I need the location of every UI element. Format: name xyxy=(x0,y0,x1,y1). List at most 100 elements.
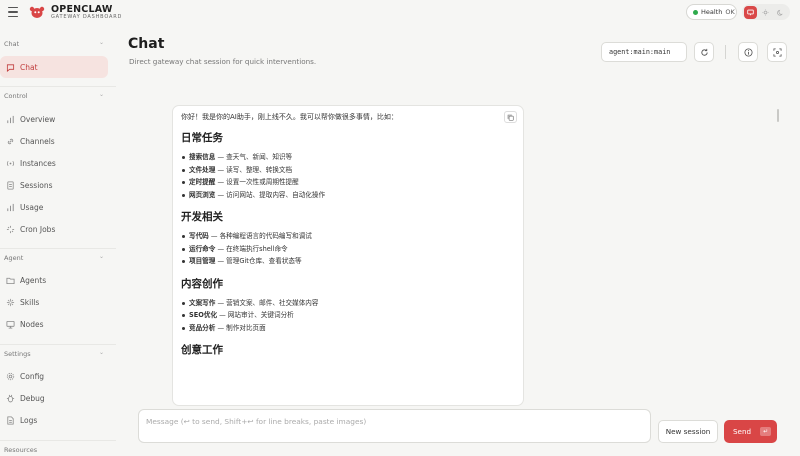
sidebar-item-chat[interactable]: Chat xyxy=(0,56,108,78)
sidebar-item-label: Debug xyxy=(20,393,45,403)
chevron-down-icon[interactable]: ⌄ xyxy=(99,253,104,260)
logo-icon xyxy=(29,6,45,18)
list-item: 搜索信息 — 查天气、新闻、知识等 xyxy=(181,151,501,164)
message-heading: 内容创作 xyxy=(181,277,223,290)
menu-icon[interactable] xyxy=(8,7,18,17)
info-button[interactable] xyxy=(738,42,758,62)
scrollbar[interactable] xyxy=(777,109,779,122)
sidebar-item-label: Agents xyxy=(20,275,47,285)
message-composer xyxy=(138,409,651,443)
top-bar: OPENCLAW GATEWAY DASHBOARD Health OK xyxy=(0,0,800,26)
monitor-icon xyxy=(5,319,15,329)
theme-switcher xyxy=(742,4,790,20)
message-intro: 你好！我是你的AI助手，刚上线不久。我可以帮你做很多事情，比如： xyxy=(181,113,398,121)
message-list: 写代码 — 各种编程语言的代码编写和调试 运行命令 — 在终端执行shell命令… xyxy=(181,230,501,268)
zap-icon xyxy=(5,297,15,307)
new-session-button[interactable]: New session xyxy=(658,420,718,443)
assistant-message: 你好！我是你的AI助手，刚上线不久。我可以帮你做很多事情，比如： 日常任务 搜索… xyxy=(172,105,524,406)
sidebar-item-label: Chat xyxy=(20,62,38,72)
settings-icon xyxy=(5,371,15,381)
divider xyxy=(0,86,116,87)
list-item: SEO优化 — 网站审计、关键词分析 xyxy=(181,309,501,322)
sidebar-item-label: Cron Jobs xyxy=(20,224,56,234)
folder-icon xyxy=(5,275,15,285)
chevron-down-icon[interactable]: ⌄ xyxy=(99,349,104,356)
send-label: Send xyxy=(733,427,752,436)
loader-icon xyxy=(5,224,15,234)
sidebar-item-nodes[interactable]: Nodes xyxy=(0,313,108,335)
chevron-down-icon[interactable]: ⌄ xyxy=(99,39,104,46)
divider xyxy=(0,440,116,441)
section-label-chat: Chat xyxy=(4,40,20,48)
chevron-down-icon[interactable]: ⌄ xyxy=(99,91,104,98)
section-label-agent: Agent xyxy=(4,254,24,262)
sidebar-item-label: Sessions xyxy=(20,180,53,190)
sidebar-item-sessions[interactable]: Sessions xyxy=(0,174,108,196)
message-input[interactable] xyxy=(139,410,650,442)
list-item: 文件处理 — 读写、整理、转换文档 xyxy=(181,164,501,177)
bug-icon xyxy=(5,393,15,403)
sidebar-item-label: Usage xyxy=(20,202,44,212)
sidebar-item-agents[interactable]: Agents xyxy=(0,269,108,291)
enter-key-icon: ↵ xyxy=(760,427,772,436)
health-status: OK xyxy=(725,8,735,16)
focus-mode-button[interactable] xyxy=(767,42,787,62)
sidebar-item-debug[interactable]: Debug xyxy=(0,387,108,409)
sidebar-item-usage[interactable]: Usage xyxy=(0,196,108,218)
list-item: 文案写作 — 营销文案、邮件、社交媒体内容 xyxy=(181,297,501,310)
divider xyxy=(0,344,116,345)
sidebar-item-instances[interactable]: Instances xyxy=(0,152,108,174)
sidebar: Chat ⌄ Chat Control ⌄ Overview Channels … xyxy=(0,26,116,456)
message-heading: 创意工作 xyxy=(181,344,223,356)
list-item: 网页浏览 — 访问网站、提取内容、自动化操作 xyxy=(181,189,501,202)
sidebar-item-label: Logs xyxy=(20,415,38,425)
radio-icon xyxy=(5,158,15,168)
divider xyxy=(725,45,726,59)
sidebar-item-channels[interactable]: Channels xyxy=(0,130,108,152)
sidebar-item-label: Overview xyxy=(20,114,56,124)
sidebar-item-cron-jobs[interactable]: Cron Jobs xyxy=(0,218,108,240)
sidebar-item-label: Config xyxy=(20,371,45,381)
monitor-icon[interactable] xyxy=(744,5,757,19)
section-label-settings: Settings xyxy=(4,350,31,358)
link-icon xyxy=(5,136,15,146)
info-icon xyxy=(743,47,753,57)
section-label-control: Control xyxy=(4,92,28,100)
page-subtitle: Direct gateway chat session for quick in… xyxy=(129,57,317,66)
bar-chart-icon xyxy=(5,114,15,124)
sidebar-item-logs[interactable]: Logs xyxy=(0,409,108,431)
sun-icon[interactable] xyxy=(759,6,772,19)
sidebar-item-skills[interactable]: Skills xyxy=(0,291,108,313)
list-item: 竞品分析 — 制作对比页面 xyxy=(181,322,501,335)
health-badge: Health OK xyxy=(686,4,737,20)
list-item: 项目管理 — 管理Git仓库、查看状态等 xyxy=(181,255,501,268)
sidebar-item-overview[interactable]: Overview xyxy=(0,108,108,130)
send-button[interactable]: Send ↵ xyxy=(724,420,777,443)
moon-icon[interactable] xyxy=(774,6,787,19)
status-dot-icon xyxy=(693,9,698,15)
section-label-resources: Resources xyxy=(4,446,38,454)
list-item: 写代码 — 各种编程语言的代码编写和调试 xyxy=(181,230,501,243)
main-content: Chat Direct gateway chat session for qui… xyxy=(116,26,800,456)
sidebar-item-label: Channels xyxy=(20,136,55,146)
copy-button[interactable] xyxy=(504,111,517,123)
page-title: Chat xyxy=(128,36,165,52)
file-icon xyxy=(5,415,15,425)
refresh-button[interactable] xyxy=(694,42,714,62)
sidebar-item-label: Skills xyxy=(20,297,40,307)
sidebar-item-config[interactable]: Config xyxy=(0,365,108,387)
scan-icon xyxy=(772,47,782,57)
message-heading: 开发相关 xyxy=(181,211,223,223)
file-text-icon xyxy=(5,180,15,190)
session-key-input[interactable]: agent:main:main xyxy=(601,42,687,62)
sidebar-item-label: Nodes xyxy=(20,319,44,329)
health-label: Health xyxy=(701,8,723,16)
refresh-icon xyxy=(700,48,708,56)
copy-icon xyxy=(507,114,514,121)
bar-chart-icon xyxy=(5,202,15,212)
brand-subtitle: GATEWAY DASHBOARD xyxy=(51,14,123,20)
message-heading: 日常任务 xyxy=(181,132,223,144)
message-square-icon xyxy=(5,62,15,72)
sidebar-item-label: Instances xyxy=(20,158,56,168)
list-item: 定时提醒 — 设置一次性或周期性提醒 xyxy=(181,176,501,189)
